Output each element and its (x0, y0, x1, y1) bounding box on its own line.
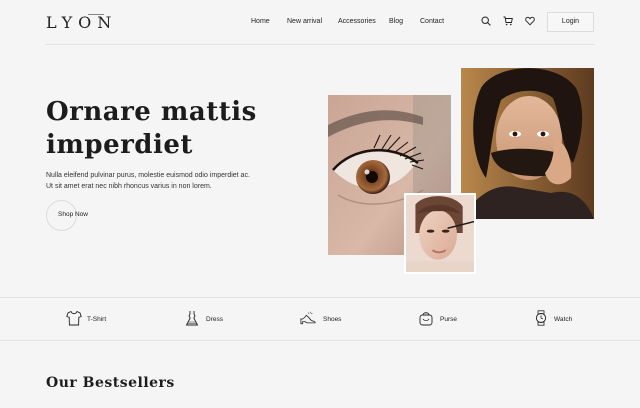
category-label: Purse (440, 316, 457, 323)
hero-title-line2: imperdiet (46, 130, 193, 160)
header-divider (46, 44, 594, 45)
hero-title-line1: Ornare mattis (46, 97, 257, 127)
nav-blog-link[interactable]: Blog (389, 18, 403, 25)
shoe-icon (300, 311, 316, 325)
nav-home-link[interactable]: Home (251, 18, 270, 25)
hero-woman-photo (461, 68, 594, 219)
shop-now-line (88, 14, 104, 15)
watch-icon (535, 310, 547, 326)
purse-icon (419, 312, 433, 326)
category-bar: T-Shirt Dress Shoes Purse Watch (0, 297, 640, 341)
hero-description: Nulla eleifend pulvinar purus, molestie … (46, 170, 276, 192)
nav-contact-link[interactable]: Contact (420, 18, 444, 25)
hero-text-line2: Ut sit amet erat nec nibh rhoncus varius… (46, 183, 212, 190)
site-header: LYON Home New arrival Accessories Blog C… (0, 0, 640, 44)
hero-title: Ornare mattis imperdiet (46, 96, 316, 162)
cart-icon[interactable] (503, 16, 513, 26)
tshirt-icon (66, 310, 82, 326)
category-label: Shoes (323, 316, 342, 323)
category-label: Watch (554, 316, 573, 323)
heart-icon[interactable] (525, 16, 535, 26)
nav-accessories-link[interactable]: Accessories (338, 18, 376, 25)
shop-now-label: Shop Now (58, 211, 88, 218)
category-label: Dress (206, 316, 223, 323)
hero-text-line1: Nulla eleifend pulvinar purus, molestie … (46, 172, 250, 179)
shop-now-button[interactable]: Shop Now (46, 200, 106, 232)
login-button[interactable]: Login (547, 12, 594, 32)
hero-makeup-photo (404, 193, 476, 274)
search-icon[interactable] (481, 16, 491, 26)
nav-new-arrival-link[interactable]: New arrival (287, 18, 322, 25)
dress-icon (185, 311, 199, 326)
category-label: T-Shirt (87, 316, 107, 323)
brand-logo[interactable]: LYON (46, 13, 117, 32)
bestsellers-title: Our Bestsellers (46, 375, 175, 391)
